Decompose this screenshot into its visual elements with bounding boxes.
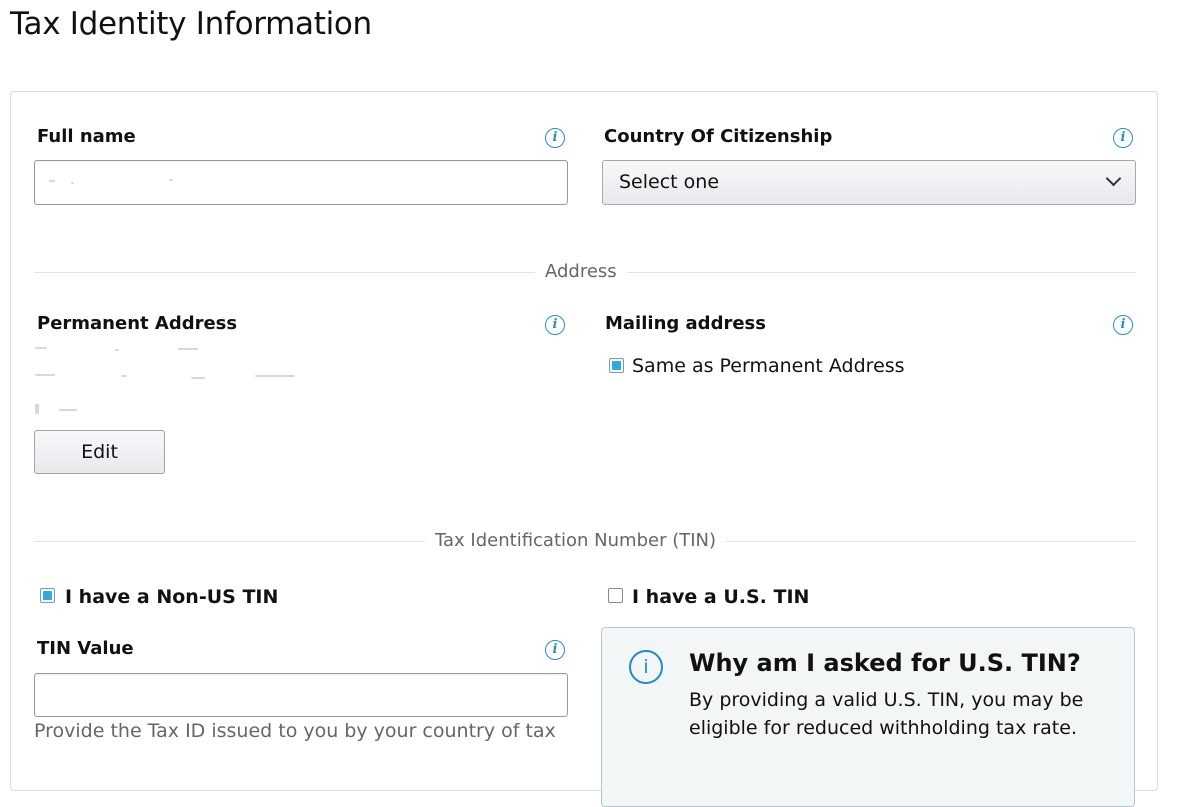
permanent-address-label: Permanent Address: [37, 313, 238, 334]
info-box-title: Why am I asked for U.S. TIN?: [689, 649, 1081, 677]
tax-identity-form: Full name i Country Of Citizenship i Sel…: [10, 91, 1158, 807]
info-icon[interactable]: i: [545, 640, 565, 660]
tin-value-input[interactable]: [34, 673, 568, 717]
same-as-permanent-checkbox[interactable]: [609, 358, 624, 373]
redacted-text: [178, 348, 198, 350]
mailing-address-label: Mailing address: [605, 313, 766, 334]
info-icon[interactable]: i: [545, 315, 565, 335]
redacted-text: [115, 349, 119, 351]
redacted-text: [59, 409, 77, 411]
country-select-value: Select one: [619, 171, 720, 193]
info-icon[interactable]: i: [1113, 128, 1133, 148]
redacted-text: [71, 182, 74, 184]
same-as-permanent-label: Same as Permanent Address: [632, 355, 905, 377]
tin-divider-label: Tax Identification Number (TIN): [425, 530, 727, 551]
address-divider-label: Address: [535, 261, 627, 282]
info-icon[interactable]: i: [545, 128, 565, 148]
full-name-input[interactable]: [34, 160, 568, 205]
chevron-down-icon: [1105, 170, 1122, 187]
info-icon: i: [629, 650, 663, 684]
us-tin-info-box: i Why am I asked for U.S. TIN? By provid…: [601, 627, 1135, 807]
redacted-text: [35, 347, 47, 349]
redacted-text: [121, 375, 127, 377]
country-label: Country Of Citizenship: [604, 126, 833, 147]
tin-value-label: TIN Value: [37, 638, 134, 659]
edit-address-button[interactable]: Edit: [34, 430, 165, 474]
non-us-tin-checkbox[interactable]: [40, 588, 55, 603]
redacted-text: [49, 180, 55, 182]
us-tin-checkbox[interactable]: [608, 588, 623, 603]
redacted-text: [191, 377, 205, 379]
info-box-body: By providing a valid U.S. TIN, you may b…: [689, 689, 1084, 739]
non-us-tin-label: I have a Non-US TIN: [65, 586, 279, 608]
redacted-text: [35, 404, 39, 414]
us-tin-label: I have a U.S. TIN: [632, 586, 810, 608]
redacted-text: [169, 179, 173, 181]
tin-helper-text: Provide the Tax ID issued to you by your…: [34, 720, 556, 742]
redacted-text: [35, 374, 55, 376]
info-icon[interactable]: i: [1113, 315, 1133, 335]
country-select[interactable]: Select one: [602, 160, 1136, 205]
redacted-text: [255, 375, 295, 377]
page-title: Tax Identity Information: [10, 6, 372, 42]
full-name-label: Full name: [37, 126, 136, 147]
